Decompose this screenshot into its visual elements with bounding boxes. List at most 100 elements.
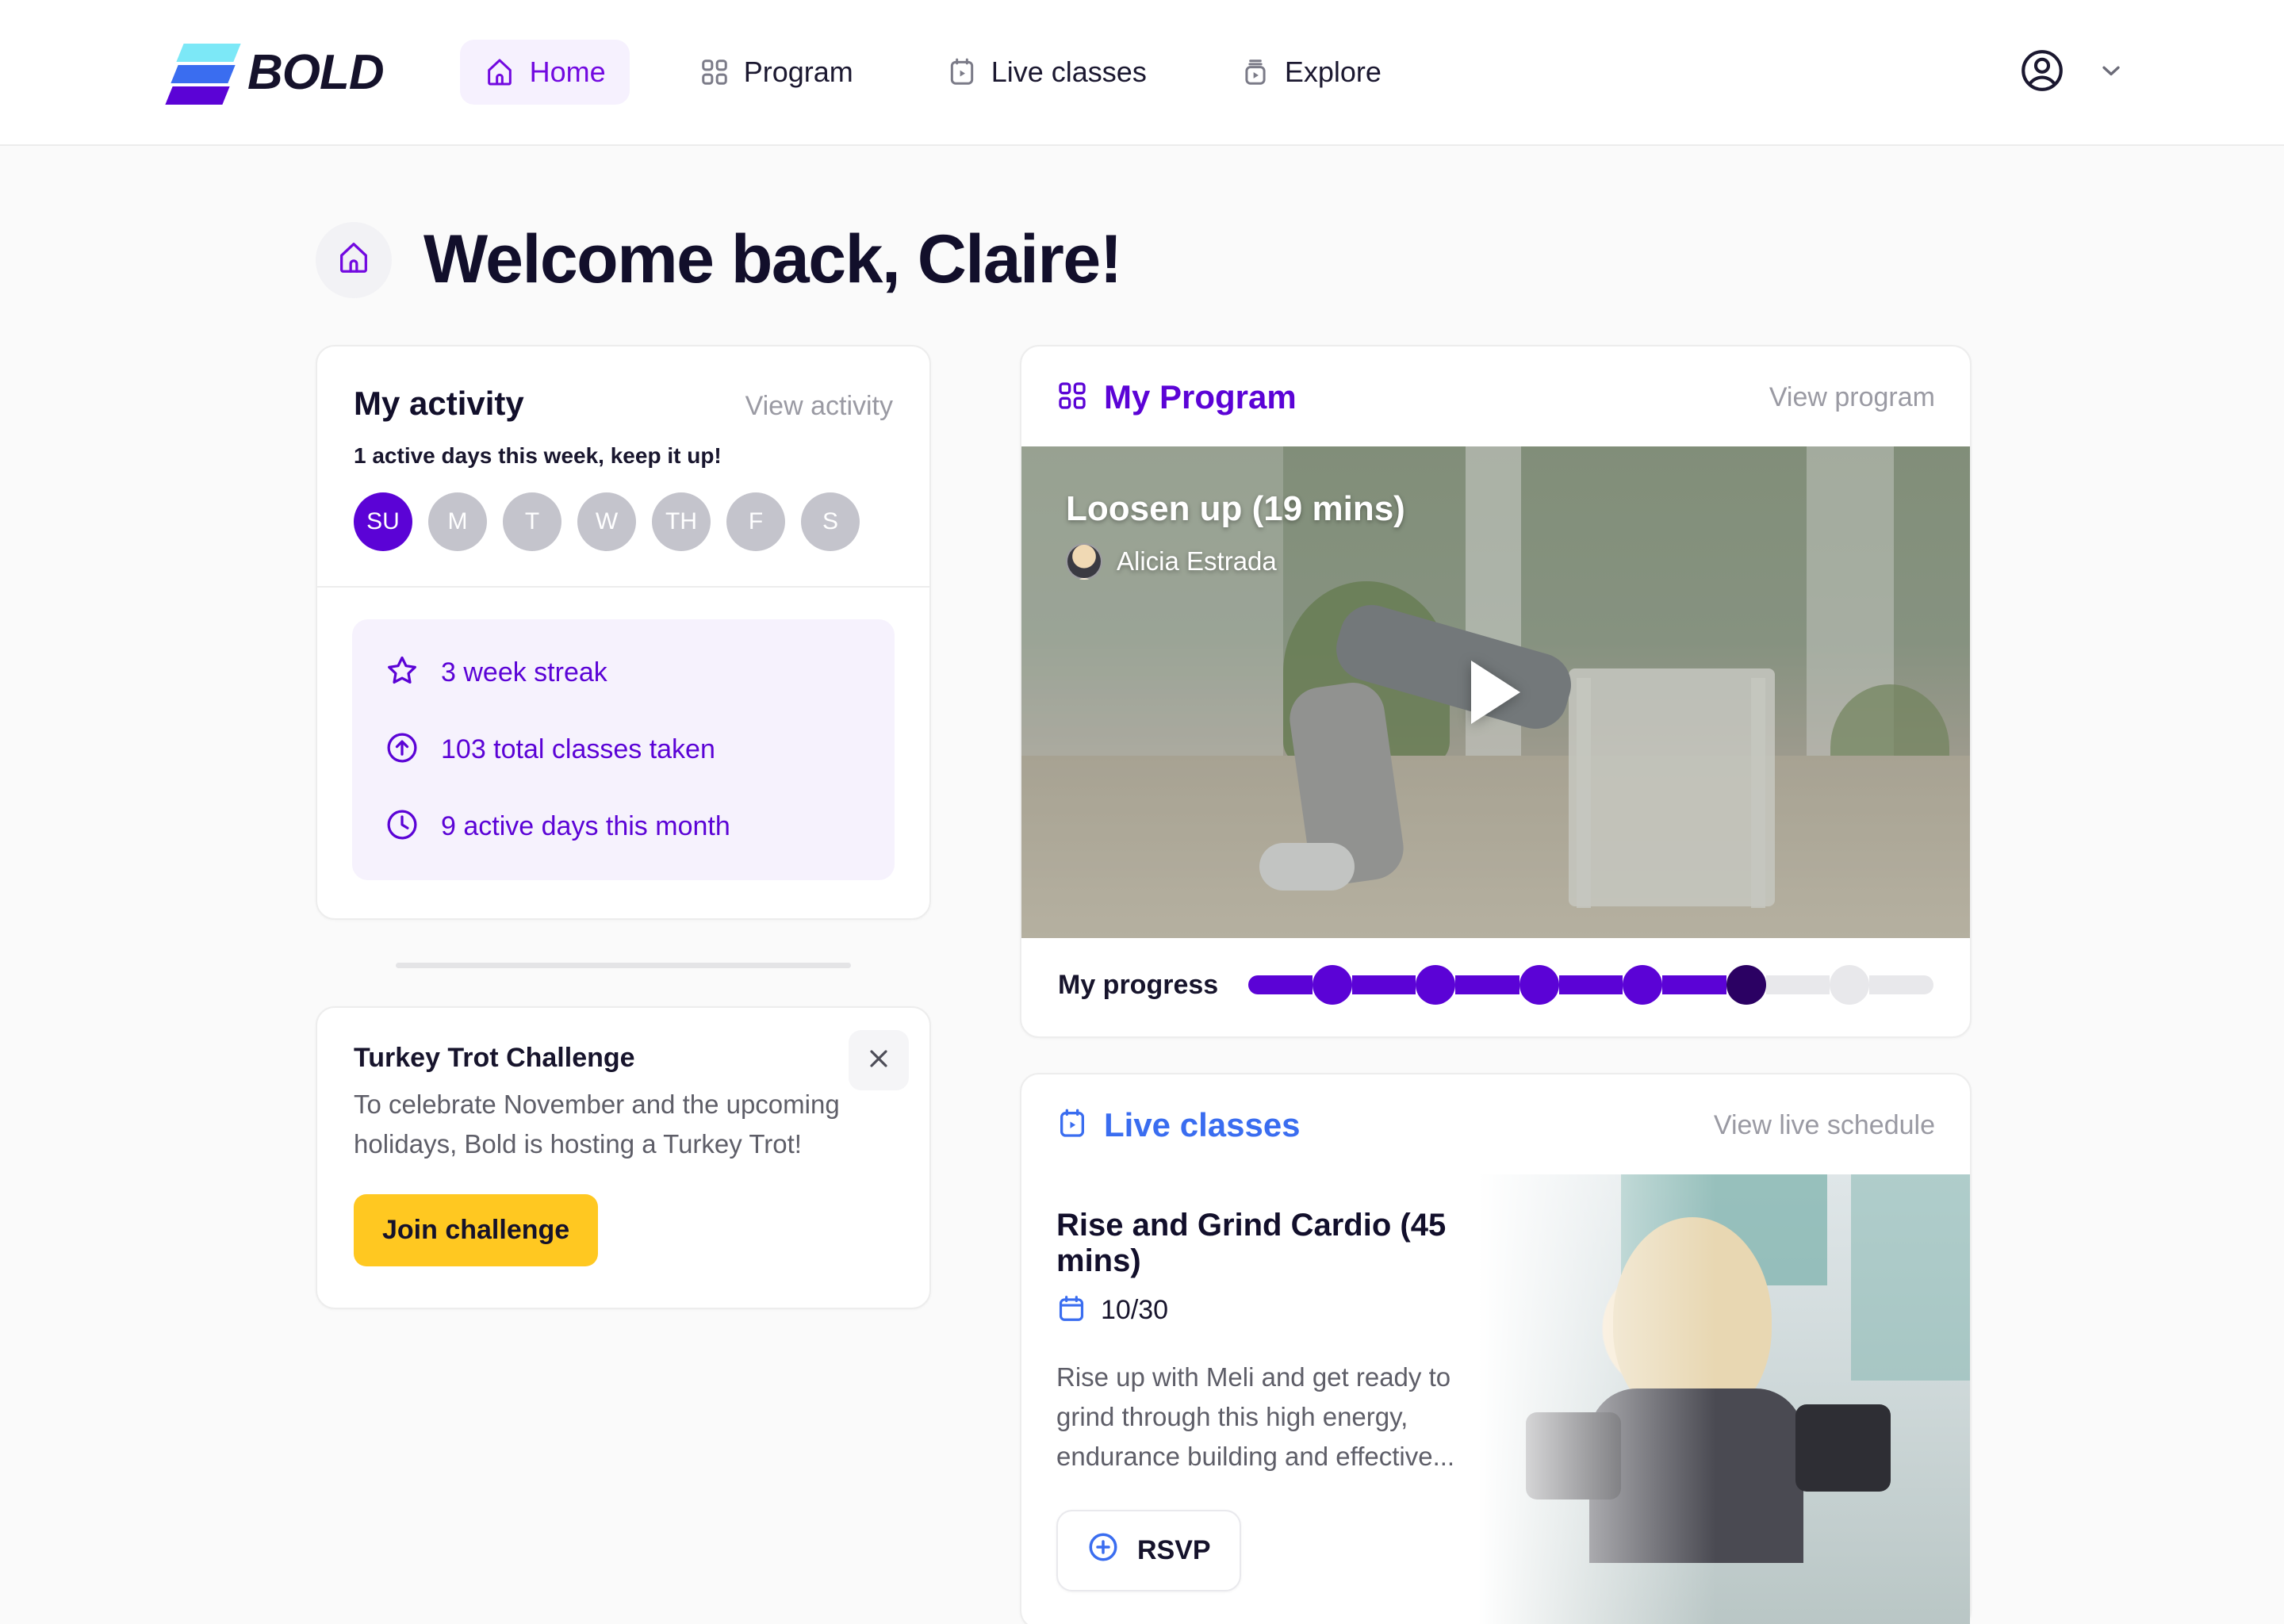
progress-segment	[1248, 975, 1313, 994]
main-nav: Home Program Live classes Explore	[459, 40, 1405, 105]
left-column: My activity View activity 1 active days …	[316, 345, 931, 1624]
nav-label-live-classes: Live classes	[991, 56, 1147, 88]
nav-item-live-classes[interactable]: Live classes	[923, 40, 1171, 105]
right-column: My Program View program Loosen up (19 mi…	[1020, 345, 1972, 1624]
live-classes-title: Live classes	[1104, 1106, 1301, 1143]
nav-label-program: Program	[743, 56, 853, 88]
column-divider	[396, 963, 851, 968]
stat-active-days-text: 9 active days this month	[441, 811, 730, 841]
progress-track[interactable]	[1248, 965, 1934, 1005]
progress-node-6[interactable]	[1830, 965, 1870, 1005]
my-program-card: My Program View program Loosen up (19 mi…	[1020, 345, 1972, 1038]
live-classes-card: Live classes View live schedule Rise and…	[1020, 1073, 1972, 1624]
challenge-body: Turkey Trot Challenge To celebrate Novem…	[317, 1008, 929, 1308]
program-video-thumbnail[interactable]: Loosen up (19 mins) Alicia Estrada	[1021, 446, 1970, 938]
progress-segment	[1765, 975, 1830, 994]
my-activity-title: My activity	[354, 385, 524, 422]
arrow-up-circle-icon	[384, 730, 420, 770]
day-chip-s[interactable]: S	[801, 492, 860, 551]
live-class-photo	[1478, 1174, 1970, 1624]
account-menu[interactable]	[2018, 46, 2125, 99]
chevron-down-icon[interactable]	[2097, 56, 2125, 89]
program-coach: Alicia Estrada	[1066, 543, 1277, 580]
explore-icon	[1240, 57, 1270, 87]
progress-node-2[interactable]	[1416, 965, 1456, 1005]
progress-node-4[interactable]	[1623, 965, 1663, 1005]
my-program-header: My Program View program	[1021, 347, 1970, 446]
my-activity-header: My activity View activity	[317, 347, 929, 423]
rsvp-label: RSVP	[1137, 1535, 1211, 1566]
stat-week-streak: 3 week streak	[384, 653, 863, 693]
page-body: Welcome back, Claire! My activity View a…	[0, 220, 2284, 1624]
stat-week-streak-text: 3 week streak	[441, 657, 607, 688]
day-chip-t[interactable]: T	[503, 492, 561, 551]
close-icon	[864, 1044, 893, 1077]
bold-logo-icon	[165, 39, 241, 105]
program-progress: My progress	[1021, 938, 1970, 1036]
plus-circle-icon	[1086, 1530, 1120, 1571]
active-days-subtitle: 1 active days this week, keep it up!	[354, 443, 722, 468]
week-day-row: SU M T W TH F S	[317, 469, 929, 586]
nav-item-program[interactable]: Program	[676, 40, 877, 105]
live-classes-header: Live classes View live schedule	[1021, 1074, 1970, 1174]
progress-node-3[interactable]	[1519, 965, 1559, 1005]
dashboard-columns: My activity View activity 1 active days …	[316, 345, 2284, 1624]
coach-avatar	[1066, 543, 1102, 580]
challenge-title: Turkey Trot Challenge	[354, 1043, 635, 1073]
live-class-info: Rise and Grind Cardio (45 mins) 10/30 Ri…	[1021, 1174, 1513, 1624]
home-icon	[335, 239, 372, 280]
close-challenge-button[interactable]	[849, 1030, 909, 1090]
star-icon	[384, 653, 420, 693]
clock-icon	[384, 806, 420, 847]
view-activity-link[interactable]: View activity	[745, 391, 893, 422]
play-icon[interactable]	[1471, 661, 1520, 724]
progress-segment	[1558, 975, 1623, 994]
progress-segment	[1351, 975, 1416, 994]
join-challenge-button[interactable]: Join challenge	[354, 1194, 599, 1267]
progress-node-5[interactable]	[1726, 965, 1766, 1005]
app-header: BOLD Home Program Live classes Explore	[0, 0, 2284, 146]
page-title: Welcome back, Claire!	[423, 221, 1122, 297]
brand-name: BOLD	[247, 44, 385, 100]
live-class-title: Rise and Grind Cardio (45 mins)	[1056, 1208, 1447, 1278]
nav-item-explore[interactable]: Explore	[1217, 40, 1405, 105]
activity-stats: 3 week streak 103 total classes taken 9 …	[352, 619, 895, 880]
view-program-link[interactable]: View program	[1769, 382, 1935, 413]
day-chip-w[interactable]: W	[577, 492, 636, 551]
home-icon	[484, 56, 515, 88]
program-video-title: Loosen up (19 mins)	[1066, 489, 1405, 528]
live-class-date-row: 10/30	[1056, 1293, 1478, 1327]
view-live-schedule-link[interactable]: View live schedule	[1714, 1110, 1935, 1141]
day-chip-m[interactable]: M	[428, 492, 487, 551]
live-class-date: 10/30	[1101, 1295, 1169, 1325]
stat-total-classes: 103 total classes taken	[384, 730, 863, 770]
live-class-description: Rise up with Meli and get ready to grind…	[1056, 1362, 1455, 1472]
page-title-row: Welcome back, Claire!	[316, 220, 2284, 299]
day-chip-su[interactable]: SU	[354, 492, 412, 551]
live-calendar-icon	[1056, 1108, 1088, 1143]
stat-total-classes-text: 103 total classes taken	[441, 734, 715, 764]
progress-node-1[interactable]	[1312, 965, 1352, 1005]
my-activity-card: My activity View activity 1 active days …	[316, 345, 931, 920]
nav-label-home: Home	[529, 56, 606, 88]
progress-label: My progress	[1058, 969, 1219, 1000]
stat-active-days: 9 active days this month	[384, 806, 863, 847]
nav-item-home[interactable]: Home	[459, 40, 630, 105]
nav-label-explore: Explore	[1284, 56, 1382, 88]
day-chip-th[interactable]: TH	[652, 492, 711, 551]
progress-segment	[1869, 975, 1934, 994]
challenge-description: To celebrate November and the upcoming h…	[354, 1090, 840, 1159]
activity-stats-wrap: 3 week streak 103 total classes taken 9 …	[317, 588, 929, 918]
progress-segment	[1662, 975, 1726, 994]
rsvp-button[interactable]: RSVP	[1056, 1510, 1241, 1592]
live-calendar-icon	[947, 57, 977, 87]
brand-logo[interactable]: BOLD	[165, 39, 385, 105]
user-circle-icon[interactable]	[2018, 46, 2067, 99]
calendar-icon	[1056, 1293, 1086, 1327]
my-program-title: My Program	[1104, 378, 1297, 416]
day-chip-f[interactable]: F	[726, 492, 785, 551]
grid-icon	[699, 57, 730, 87]
progress-segment	[1455, 975, 1519, 994]
coach-name: Alicia Estrada	[1117, 546, 1277, 576]
grid-icon	[1056, 380, 1088, 416]
